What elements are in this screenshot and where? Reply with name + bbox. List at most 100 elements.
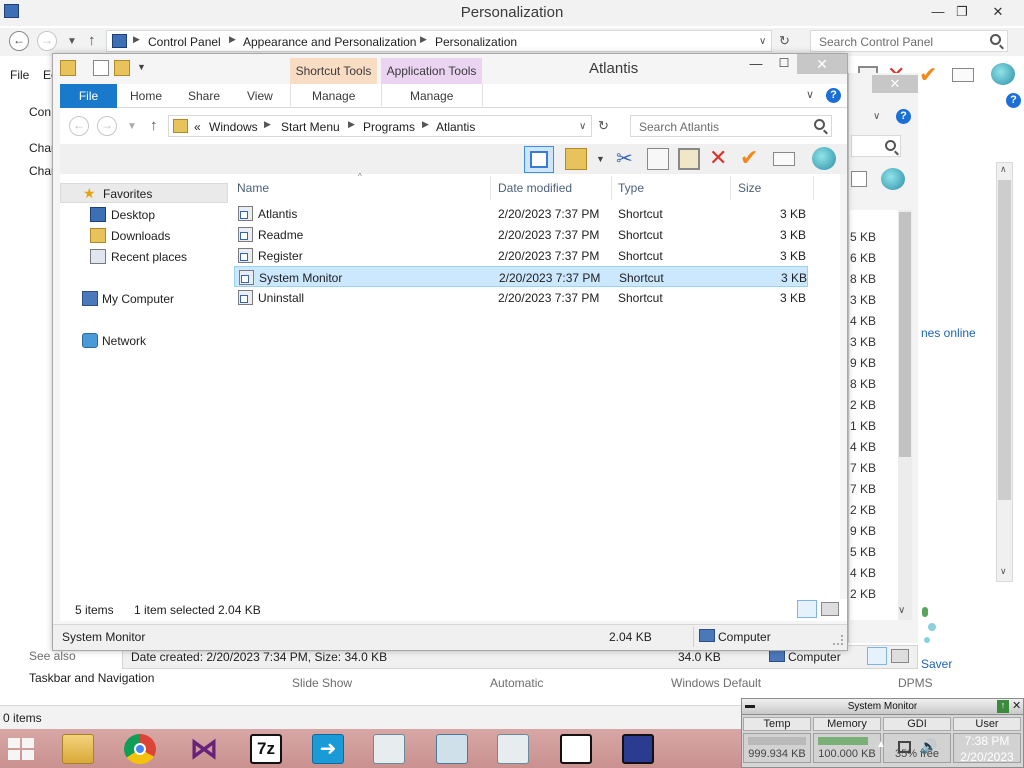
refresh-icon[interactable]: ↻ [779,33,790,49]
nav-desktop[interactable]: Desktop [60,205,228,225]
taskbar-chrome[interactable] [114,731,166,767]
explorer-address-bar[interactable]: « Windows ▶ Start Menu ▶ Programs ▶ Atla… [168,115,592,137]
breadcrumb-start-menu[interactable]: Start Menu [281,120,340,134]
scroll-down-icon[interactable]: ∨ [1000,566,1007,577]
address-dropdown-icon[interactable]: ∨ [759,36,766,47]
cut-icon[interactable]: ✂ [616,146,633,171]
sounds-value[interactable]: Windows Default [671,676,761,690]
taskbar-ascii-app[interactable] [550,731,602,767]
folder-options-icon[interactable] [565,148,587,170]
ribbon-tab-file[interactable]: File [60,84,117,108]
column-header-name[interactable]: Name [237,181,269,195]
breadcrumb-programs[interactable]: Programs [363,120,415,134]
ribbon-tab-manage-application[interactable]: Manage [410,89,453,103]
back-button[interactable]: ← [69,116,89,136]
collapse-icon[interactable]: ▬ [745,700,755,711]
system-clock[interactable]: 7:38 PM 2/20/2023 [952,733,1022,765]
large-icons-view-icon[interactable] [821,602,839,616]
start-button[interactable] [8,738,36,760]
breadcrumb-windows[interactable]: Windows [209,120,258,134]
color-value[interactable]: Automatic [490,676,543,690]
breadcrumb-appearance[interactable]: Appearance and Personalization [243,35,416,49]
taskbar-navigation-link[interactable]: Taskbar and Navigation [29,671,154,685]
large-icons-view-icon[interactable] [891,649,909,663]
address-dropdown-icon[interactable]: ∨ [579,121,586,132]
recent-locations-icon[interactable]: ▼ [67,36,77,47]
file-row[interactable]: Register 2/20/2023 7:37 PM Shortcut 3 KB [234,245,808,266]
file-row[interactable]: Readme 2/20/2023 7:37 PM Shortcut 3 KB [234,224,808,245]
ribbon-tab-share[interactable]: Share [188,89,220,103]
cp-address-bar[interactable]: ▶ Control Panel ▶ Appearance and Persona… [106,30,772,52]
preview-pane-icon[interactable] [524,146,554,173]
forward-button[interactable]: → [37,31,57,51]
search-icon[interactable] [990,34,1001,45]
breadcrumb-personalization[interactable]: Personalization [435,35,517,49]
refresh-icon[interactable]: ↻ [598,118,609,134]
taskbar-remote-app[interactable]: ➜ [302,731,354,767]
ribbon-tab-manage-shortcut[interactable]: Manage [312,89,355,103]
screen-saver-link[interactable]: Saver [921,657,952,671]
screen-saver-icon[interactable] [920,605,940,653]
ribbon-tab-home[interactable]: Home [130,89,162,103]
delete-icon[interactable]: ✕ [709,145,727,171]
close-button[interactable]: ✕ [797,54,847,74]
up-arrow-icon[interactable]: ↑ [88,32,96,49]
column-header-type[interactable]: Type [618,181,644,195]
nav-my-computer[interactable]: My Computer [60,289,228,309]
breadcrumb-control-panel[interactable]: Control Panel [148,35,221,49]
rename-icon[interactable] [952,68,974,82]
network-tray-icon[interactable] [898,741,911,753]
forward-button[interactable]: → [97,116,117,136]
cp-side-link[interactable]: Con [29,105,51,119]
cp-scrollbar-thumb[interactable] [998,180,1011,500]
taskbar-window-app[interactable] [363,731,415,767]
globe-icon[interactable] [881,168,905,190]
folder-options-dropdown-icon[interactable]: ▼ [596,154,605,164]
breadcrumb-overflow[interactable]: « [194,120,201,134]
volume-icon[interactable]: 🔊 [920,738,937,755]
show-hidden-icons[interactable]: ▲ [876,739,886,750]
get-more-themes-link[interactable]: nes online [921,326,976,340]
cp-search-input[interactable]: Search Control Panel [810,30,1008,52]
column-header-size[interactable]: Size [738,181,761,195]
taskbar-7zip[interactable]: 7z [240,731,292,767]
new-folder-icon[interactable] [114,60,130,76]
maximize-button[interactable]: ❐ [948,2,976,22]
rename-icon[interactable] [773,152,795,166]
help-icon[interactable]: ? [896,109,911,124]
taskbar-file-explorer[interactable] [52,731,104,767]
view-icon[interactable] [851,171,867,187]
column-header-date[interactable]: Date modified [498,181,572,195]
behind-scrollbar-thumb[interactable] [899,212,911,457]
file-row[interactable]: Uninstall 2/20/2023 7:37 PM Shortcut 3 KB [234,287,808,308]
paste-icon[interactable] [678,148,700,170]
taskbar-visual-studio[interactable]: ⋈ [178,731,230,767]
checkmark-icon[interactable]: ✔ [919,62,937,88]
copy-icon[interactable] [647,148,669,170]
back-button[interactable]: ← [9,31,29,51]
close-button[interactable]: ✕ [872,75,918,93]
nav-recent-places[interactable]: Recent places [60,247,228,267]
expand-ribbon-icon[interactable]: ∨ [806,88,814,101]
resize-grip[interactable] [833,635,843,645]
details-view-icon[interactable] [867,647,887,665]
menu-file[interactable]: File [10,68,29,82]
close-icon[interactable]: ✕ [1012,699,1021,712]
recent-locations-icon[interactable]: ▼ [127,121,137,132]
search-icon[interactable] [885,140,896,151]
search-icon[interactable] [814,119,825,130]
scroll-up-icon[interactable]: ∧ [1000,164,1007,175]
details-view-icon[interactable] [797,600,817,618]
help-icon[interactable]: ? [826,88,841,103]
ribbon-tab-view[interactable]: View [247,89,273,103]
globe-icon[interactable] [991,63,1015,85]
search-input[interactable] [851,135,901,157]
desktop-background-value[interactable]: Slide Show [292,676,352,690]
globe-icon[interactable] [812,147,836,170]
help-icon[interactable]: ? [1006,93,1021,108]
taskbar-control-panel-app[interactable] [426,731,478,767]
taskbar-system-monitor-app[interactable] [612,731,664,767]
nav-downloads[interactable]: Downloads [60,226,228,246]
customize-qat-icon[interactable]: ▼ [137,62,146,72]
file-row[interactable]: Atlantis 2/20/2023 7:37 PM Shortcut 3 KB [234,203,808,224]
